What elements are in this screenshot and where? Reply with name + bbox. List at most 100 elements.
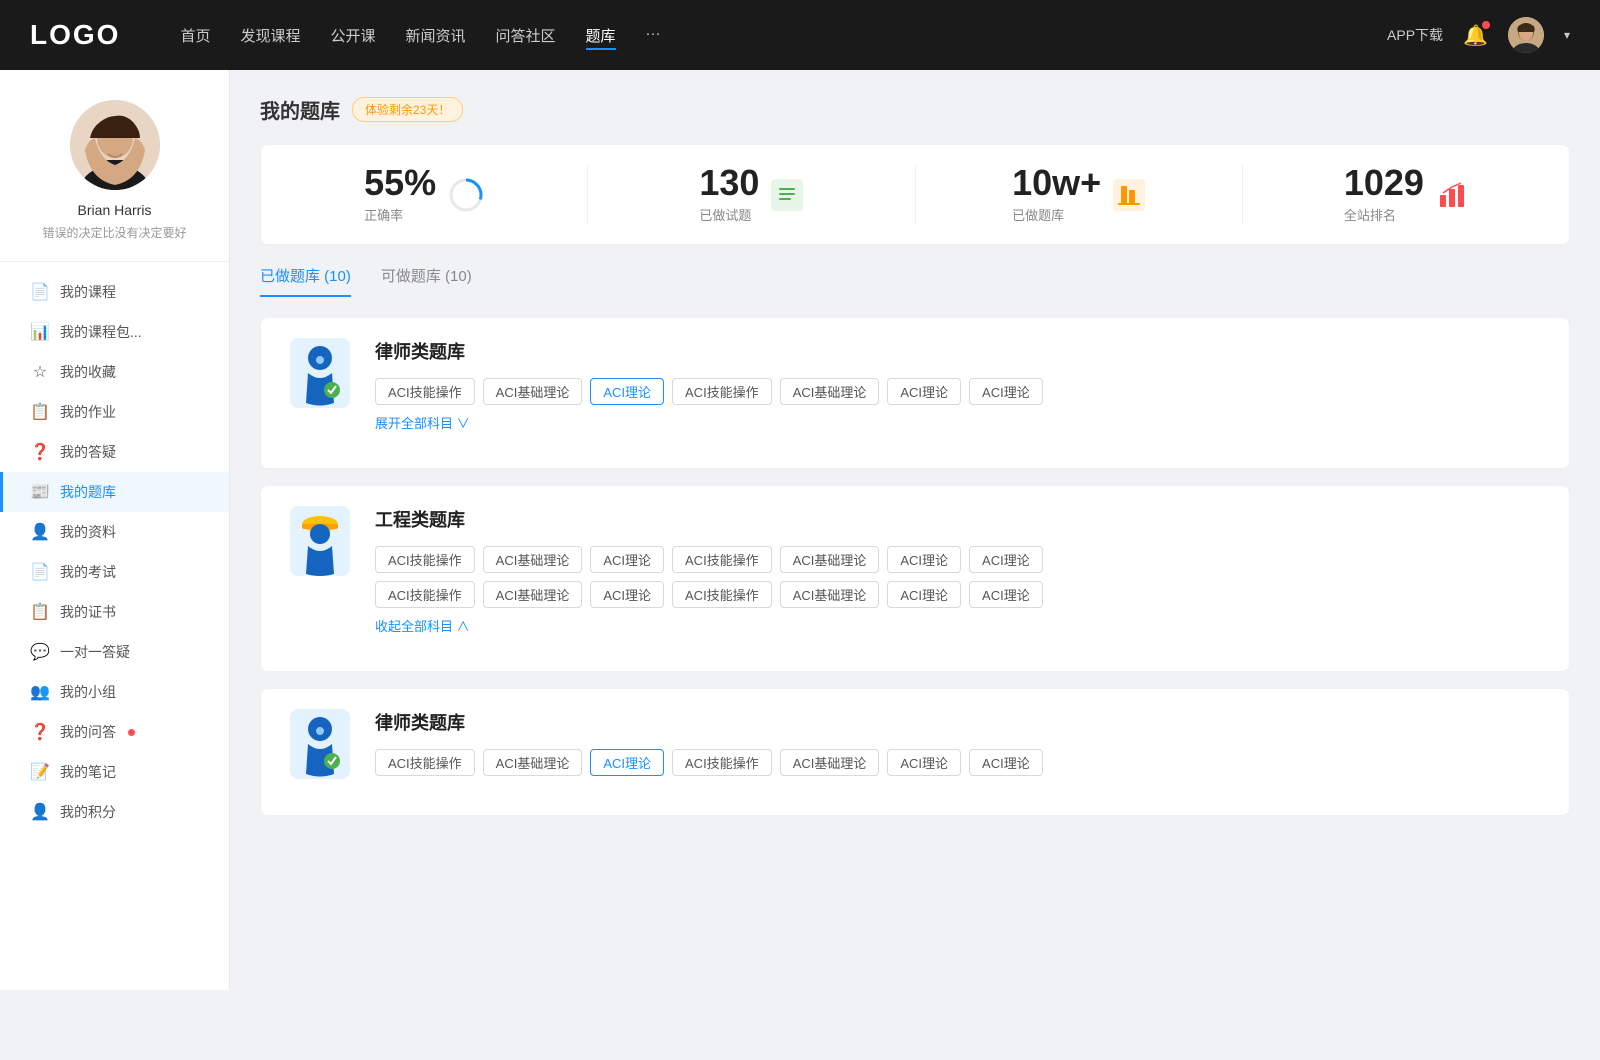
sidebar-item-questions[interactable]: ❓ 我的问答 <box>0 712 229 752</box>
group-icon: 👥 <box>30 682 50 702</box>
qbank-3-tag-1[interactable]: ACI基础理论 <box>483 749 583 776</box>
nav-discover[interactable]: 发现课程 <box>240 21 300 50</box>
qbank-2-tag-r2-2[interactable]: ACI理论 <box>590 581 664 608</box>
sidebar-profile: Brian Harris 错误的决定比没有决定要好 <box>0 100 229 262</box>
notes-icon: 📝 <box>30 762 50 782</box>
qbank-2-tag-r1-4[interactable]: ACI基础理论 <box>780 546 880 573</box>
app-download-link[interactable]: APP下载 <box>1387 25 1443 45</box>
sidebar-item-points-label: 我的积分 <box>60 802 116 822</box>
qbank-1-tags-row: 律师类题库 ACI技能操作 ACI基础理论 ACI理论 ACI技能操作 ACI基… <box>375 338 1545 432</box>
qbank-2-tag-r1-6[interactable]: ACI理论 <box>969 546 1043 573</box>
qbank-2-collapse-btn[interactable]: 收起全部科目 ∧ <box>375 616 470 635</box>
qbank-1-tag-0[interactable]: ACI技能操作 <box>375 378 475 405</box>
stat-rank-text: 1029 全站排名 <box>1344 165 1424 224</box>
sidebar-item-homework-label: 我的作业 <box>60 402 116 422</box>
sidebar-motto: 错误的决定比没有决定要好 <box>22 224 206 241</box>
qbank-2-tags-row: 工程类题库 ACI技能操作 ACI基础理论 ACI理论 ACI技能操作 ACI基… <box>375 506 1545 635</box>
sidebar-item-question-bank[interactable]: 📰 我的题库 <box>0 472 229 512</box>
sidebar-item-notes[interactable]: 📝 我的笔记 <box>0 752 229 792</box>
sidebar-item-my-course-label: 我的课程 <box>60 282 116 302</box>
sidebar-item-my-qa-label: 我的答疑 <box>60 442 116 462</box>
notification-bell[interactable]: 🔔 <box>1463 23 1488 48</box>
dropdown-arrow[interactable]: ▾ <box>1564 28 1570 42</box>
list-green-icon <box>771 179 803 211</box>
tabs: 已做题库 (10) 可做题库 (10) <box>260 265 1570 297</box>
stat-correct-rate-label: 正确率 <box>364 205 436 224</box>
qbank-2-tag-r2-4[interactable]: ACI基础理论 <box>780 581 880 608</box>
qbank-2-tags-row1: ACI技能操作 ACI基础理论 ACI理论 ACI技能操作 ACI基础理论 AC… <box>375 546 1043 573</box>
nav-open-course[interactable]: 公开课 <box>330 21 375 50</box>
sidebar-item-one-on-one[interactable]: 💬 一对一答疑 <box>0 632 229 672</box>
qbank-1-tag-3[interactable]: ACI技能操作 <box>672 378 772 405</box>
qbank-2-icon <box>285 506 355 576</box>
sidebar-item-group-label: 我的小组 <box>60 682 116 702</box>
sidebar-item-notes-label: 我的笔记 <box>60 762 116 782</box>
sidebar-item-group[interactable]: 👥 我的小组 <box>0 672 229 712</box>
sidebar-item-exam[interactable]: 📄 我的考试 <box>0 552 229 592</box>
sidebar-item-homework[interactable]: 📋 我的作业 <box>0 392 229 432</box>
sidebar-avatar <box>70 100 160 190</box>
qbank-2-tag-r1-5[interactable]: ACI理论 <box>887 546 961 573</box>
nav-links: 首页 发现课程 公开课 新闻资讯 问答社区 题库 ··· <box>180 21 1387 50</box>
qbank-2-tag-r1-3[interactable]: ACI技能操作 <box>672 546 772 573</box>
sidebar-item-course-package[interactable]: 📊 我的课程包... <box>0 312 229 352</box>
qbank-icon: 📰 <box>30 482 50 502</box>
nav-question-bank[interactable]: 题库 <box>586 21 616 50</box>
exam-icon: 📄 <box>30 562 50 582</box>
qbank-1-tag-1[interactable]: ACI基础理论 <box>483 378 583 405</box>
trial-badge: 体验剩余23天！ <box>352 97 463 122</box>
certificate-icon: 📋 <box>30 602 50 622</box>
course-icon: 📄 <box>30 282 50 302</box>
qbank-2-tags-row2: ACI技能操作 ACI基础理论 ACI理论 ACI技能操作 ACI基础理论 AC… <box>375 581 1043 608</box>
nav-news[interactable]: 新闻资讯 <box>406 21 466 50</box>
stat-done-banks-text: 10w+ 已做题库 <box>1012 165 1101 224</box>
qbank-2-tag-r1-0[interactable]: ACI技能操作 <box>375 546 475 573</box>
qbank-2-tag-r2-0[interactable]: ACI技能操作 <box>375 581 475 608</box>
qbank-2-tag-r2-6[interactable]: ACI理论 <box>969 581 1043 608</box>
qbank-2-tag-r2-5[interactable]: ACI理论 <box>887 581 961 608</box>
sidebar-item-certificate[interactable]: 📋 我的证书 <box>0 592 229 632</box>
stat-correct-rate-value: 55% <box>364 165 436 201</box>
qbank-3-tag-0[interactable]: ACI技能操作 <box>375 749 475 776</box>
qbank-2-tag-r2-3[interactable]: ACI技能操作 <box>672 581 772 608</box>
qbank-2-header: 工程类题库 ACI技能操作 ACI基础理论 ACI理论 ACI技能操作 ACI基… <box>285 506 1545 635</box>
qbank-3-tag-6[interactable]: ACI理论 <box>969 749 1043 776</box>
qa-icon: ❓ <box>30 442 50 462</box>
qbank-3-tag-2[interactable]: ACI理论 <box>590 749 664 776</box>
materials-icon: 👤 <box>30 522 50 542</box>
qbank-2-tag-r2-1[interactable]: ACI基础理论 <box>483 581 583 608</box>
stat-correct-rate: 55% 正确率 <box>261 165 588 224</box>
nav-home[interactable]: 首页 <box>180 21 210 50</box>
sidebar-item-materials[interactable]: 👤 我的资料 <box>0 512 229 552</box>
stat-done-questions-text: 130 已做试题 <box>699 165 759 224</box>
tab-done-banks[interactable]: 已做题库 (10) <box>260 265 351 296</box>
sidebar-item-my-qa[interactable]: ❓ 我的答疑 <box>0 432 229 472</box>
nav-more[interactable]: ··· <box>646 21 661 50</box>
sidebar-item-my-course[interactable]: 📄 我的课程 <box>0 272 229 312</box>
qbank-2-tag-r1-2[interactable]: ACI理论 <box>590 546 664 573</box>
qbank-1-tag-4[interactable]: ACI基础理论 <box>780 378 880 405</box>
qbank-1-title: 律师类题库 <box>375 338 465 364</box>
sidebar-username: Brian Harris <box>78 202 152 218</box>
nav-qa[interactable]: 问答社区 <box>496 21 556 50</box>
qbank-3-tag-4[interactable]: ACI基础理论 <box>780 749 880 776</box>
sidebar-item-points[interactable]: 👤 我的积分 <box>0 792 229 832</box>
sidebar: Brian Harris 错误的决定比没有决定要好 📄 我的课程 📊 我的课程包… <box>0 70 230 990</box>
tab-available-banks[interactable]: 可做题库 (10) <box>381 265 472 296</box>
qbank-1-tag-5[interactable]: ACI理论 <box>887 378 961 405</box>
sidebar-item-favorites[interactable]: ☆ 我的收藏 <box>0 352 229 392</box>
qbank-1-expand-btn[interactable]: 展开全部科目 ∨ <box>375 413 470 432</box>
profile-avatar-image <box>70 100 160 190</box>
sidebar-item-course-package-label: 我的课程包... <box>60 322 142 342</box>
qbank-2-tag-r1-1[interactable]: ACI基础理论 <box>483 546 583 573</box>
stat-done-questions-value: 130 <box>699 165 759 201</box>
qbank-1-tag-6[interactable]: ACI理论 <box>969 378 1043 405</box>
course-package-icon: 📊 <box>30 322 50 342</box>
avatar[interactable] <box>1508 17 1544 53</box>
qbank-3-tags-row: 律师类题库 ACI技能操作 ACI基础理论 ACI理论 ACI技能操作 ACI基… <box>375 709 1545 776</box>
main-content: 我的题库 体验剩余23天！ 55% 正确率 130 <box>230 70 1600 990</box>
qbank-3-tag-3[interactable]: ACI技能操作 <box>672 749 772 776</box>
qbank-1-tag-2[interactable]: ACI理论 <box>590 378 664 405</box>
qbank-3-tag-5[interactable]: ACI理论 <box>887 749 961 776</box>
stat-done-banks: 10w+ 已做题库 <box>916 165 1243 224</box>
